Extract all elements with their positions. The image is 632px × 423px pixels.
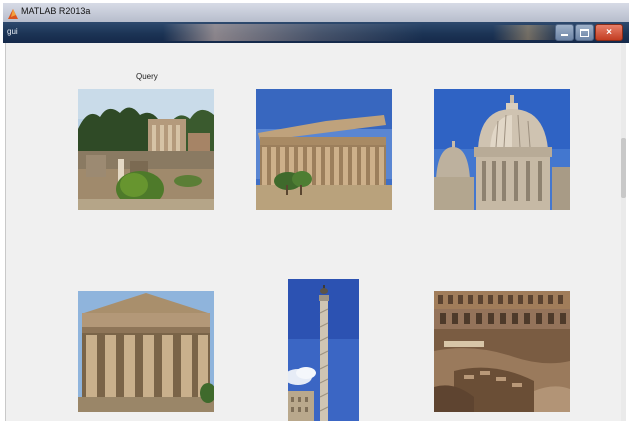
window-controls: × — [555, 24, 623, 41]
figure-title-bar: gui × — [3, 22, 629, 43]
matlab-title-bar: MATLAB R2013a — [3, 3, 629, 22]
figure-title: gui — [7, 27, 18, 36]
greek-temple-side-image — [256, 89, 392, 210]
greek-temple-front-image — [78, 291, 214, 412]
matlab-logo-icon — [7, 7, 19, 19]
maximize-button[interactable] — [575, 24, 594, 41]
colosseum-interior-image — [434, 291, 570, 412]
vertical-scrollbar[interactable] — [621, 43, 626, 421]
result-image-axes-3 — [78, 291, 214, 412]
trajans-column-image — [288, 279, 359, 421]
window-title: MATLAB R2013a — [21, 6, 91, 16]
roman-forum-ruins-image — [78, 89, 214, 210]
st-peters-dome-image — [434, 89, 570, 210]
query-label: Query — [136, 72, 158, 81]
result-image-axes-1 — [256, 89, 392, 210]
result-image-axes-4 — [288, 279, 359, 421]
scrollbar-thumb[interactable] — [621, 138, 626, 198]
close-button[interactable]: × — [595, 24, 623, 41]
close-icon: × — [606, 26, 612, 38]
figure-canvas: Query — [5, 43, 626, 421]
result-image-axes-5 — [434, 291, 570, 412]
minimize-button[interactable] — [555, 24, 574, 41]
result-image-axes-2 — [434, 89, 570, 210]
minimize-icon — [561, 34, 568, 36]
maximize-icon — [580, 28, 589, 37]
query-image-axes — [78, 89, 214, 210]
